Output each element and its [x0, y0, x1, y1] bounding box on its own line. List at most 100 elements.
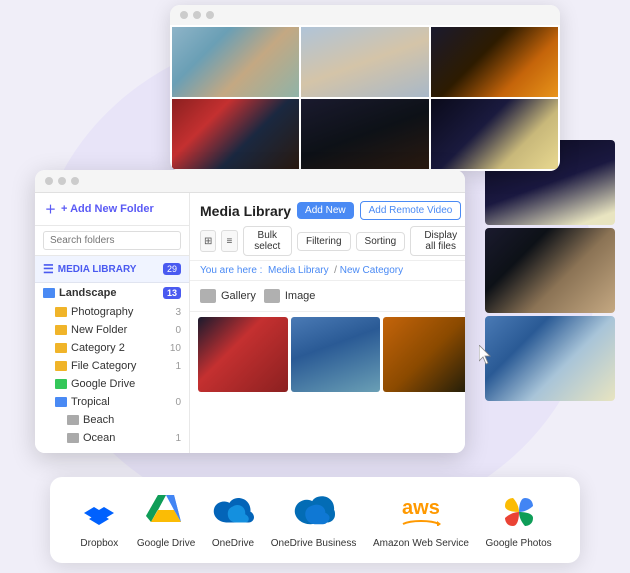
- gdrive-service[interactable]: Google Drive: [137, 491, 195, 549]
- category2-label: Category 2: [71, 342, 166, 354]
- onedrive-service[interactable]: OneDrive: [212, 491, 254, 549]
- image-label: Image: [285, 290, 316, 302]
- gphotos-label: Google Photos: [486, 538, 552, 549]
- beach-label: Beach: [83, 414, 181, 426]
- gdrive-label: Google Drive: [137, 538, 195, 549]
- aws-service[interactable]: aws Amazon Web Service: [373, 491, 469, 549]
- photo-coast: [485, 316, 615, 401]
- bulk-select-button[interactable]: Bulk select: [243, 226, 292, 256]
- panel-photo-2[interactable]: [291, 317, 381, 392]
- breadcrumb-category[interactable]: New Category: [340, 265, 403, 276]
- main-titlebar: [35, 170, 465, 193]
- panel-photo-3[interactable]: [383, 317, 465, 392]
- top-titlebar: [170, 5, 560, 25]
- new-folder-icon: [55, 325, 67, 335]
- panel-photo-1[interactable]: [198, 317, 288, 392]
- mouse-cursor: [479, 345, 495, 365]
- new-folder-count: 0: [175, 325, 181, 336]
- gdrive-label: Google Drive: [71, 378, 181, 390]
- sidebar-item-google-drive[interactable]: Google Drive: [35, 375, 189, 393]
- top-photo-grid: [170, 25, 560, 171]
- gphotos-service[interactable]: Google Photos: [486, 491, 552, 549]
- tropical-count: 0: [175, 397, 181, 408]
- breadcrumb-here: You are here :: [200, 265, 262, 276]
- sidebar-item-beach[interactable]: Beach: [35, 411, 189, 429]
- category2-folder-icon: [55, 343, 67, 353]
- photo-crowd: [301, 27, 428, 97]
- services-bar: Dropbox Google Drive OneDrive: [50, 477, 580, 563]
- gallery-folder-icon: [200, 289, 216, 303]
- add-remote-button[interactable]: Add Remote Video: [360, 201, 462, 220]
- photography-count: 3: [175, 307, 181, 318]
- dot-3: [206, 11, 214, 19]
- search-input[interactable]: [43, 231, 181, 250]
- add-new-button[interactable]: Add New: [297, 202, 354, 219]
- category2-count: 10: [170, 343, 181, 354]
- onedrive-business-service[interactable]: OneDrive Business: [271, 491, 357, 549]
- file-category-icon: [55, 361, 67, 371]
- media-library-label: ☰ MEDIA LIBRARY: [43, 262, 136, 276]
- media-library-window: ＋ + Add New Folder ☰ MEDIA LIBRARY 29 La…: [35, 170, 465, 453]
- folder-list: Gallery Image: [190, 281, 465, 312]
- dot-a: [45, 177, 53, 185]
- add-folder-label: + Add New Folder: [61, 203, 154, 215]
- panel-photo-grid: [190, 312, 465, 453]
- add-folder-button[interactable]: ＋ + Add New Folder: [35, 193, 189, 226]
- sidebar-item-photography[interactable]: Photography 3: [35, 303, 189, 321]
- onedrive-business-icon: [293, 491, 335, 533]
- top-photo-window: [170, 5, 560, 171]
- onedrive-business-label: OneDrive Business: [271, 538, 357, 549]
- sidebar-item-new-folder[interactable]: New Folder 0: [35, 321, 189, 339]
- grid-view-button[interactable]: ⊞: [200, 230, 216, 252]
- search-container: [35, 226, 189, 256]
- photo-stars: [431, 99, 558, 169]
- gphotos-icon: [498, 491, 540, 533]
- media-library-row[interactable]: ☰ MEDIA LIBRARY 29: [35, 256, 189, 283]
- sidebar-item-ocean[interactable]: Ocean 1: [35, 429, 189, 447]
- dropbox-icon: [78, 491, 120, 533]
- main-panel: Media Library Add New Add Remote Video ⊞…: [190, 193, 465, 453]
- filtering-button[interactable]: Filtering: [297, 232, 351, 251]
- photo-temple: [172, 99, 299, 169]
- display-all-button[interactable]: Display all files: [410, 226, 465, 256]
- gallery-label: Gallery: [221, 290, 256, 302]
- sorting-button[interactable]: Sorting: [356, 232, 406, 251]
- title-row: Media Library Add New Add Remote Video: [200, 201, 465, 220]
- photo-fire: [431, 27, 558, 97]
- file-category-count: 1: [175, 361, 181, 372]
- landscape-label: Landscape: [59, 287, 116, 299]
- dot-c: [71, 177, 79, 185]
- file-category-label: File Category: [71, 360, 171, 372]
- media-library-text: MEDIA LIBRARY: [58, 264, 137, 275]
- sidebar: ＋ + Add New Folder ☰ MEDIA LIBRARY 29 La…: [35, 193, 190, 453]
- photography-label: Photography: [71, 306, 171, 318]
- sidebar-item-file-category[interactable]: File Category 1: [35, 357, 189, 375]
- plus-icon: ＋: [45, 201, 56, 217]
- gallery-folder[interactable]: Gallery: [200, 289, 256, 303]
- dropbox-label: Dropbox: [80, 538, 118, 549]
- dropbox-service[interactable]: Dropbox: [78, 491, 120, 549]
- aws-label: Amazon Web Service: [373, 538, 469, 549]
- landscape-folder[interactable]: Landscape 13: [35, 283, 189, 303]
- image-folder-icon: [264, 289, 280, 303]
- image-folder[interactable]: Image: [264, 289, 316, 303]
- breadcrumb-media[interactable]: Media Library: [268, 265, 329, 276]
- ocean-count: 1: [175, 433, 181, 444]
- gdrive-folder-icon: [55, 379, 67, 389]
- landscape-folder-icon: [43, 288, 55, 298]
- onedrive-icon: [212, 491, 254, 533]
- dot-b: [58, 177, 66, 185]
- beach-folder-icon: [67, 415, 79, 425]
- sidebar-item-tropical[interactable]: Tropical 0: [35, 393, 189, 411]
- media-library-badge: 29: [163, 263, 181, 275]
- photo-dark: [301, 99, 428, 169]
- sidebar-item-category2[interactable]: Category 2 10: [35, 339, 189, 357]
- photography-folder-icon: [55, 307, 67, 317]
- new-folder-label: New Folder: [71, 324, 171, 336]
- tropical-folder-icon: [55, 397, 67, 407]
- list-view-button[interactable]: ≡: [221, 230, 237, 252]
- tropical-label: Tropical: [71, 396, 171, 408]
- landscape-badge: 13: [163, 287, 181, 299]
- panel-title: Media Library: [200, 203, 291, 219]
- toolbar-row: ⊞ ≡ Bulk select Filtering Sorting Displa…: [200, 226, 465, 256]
